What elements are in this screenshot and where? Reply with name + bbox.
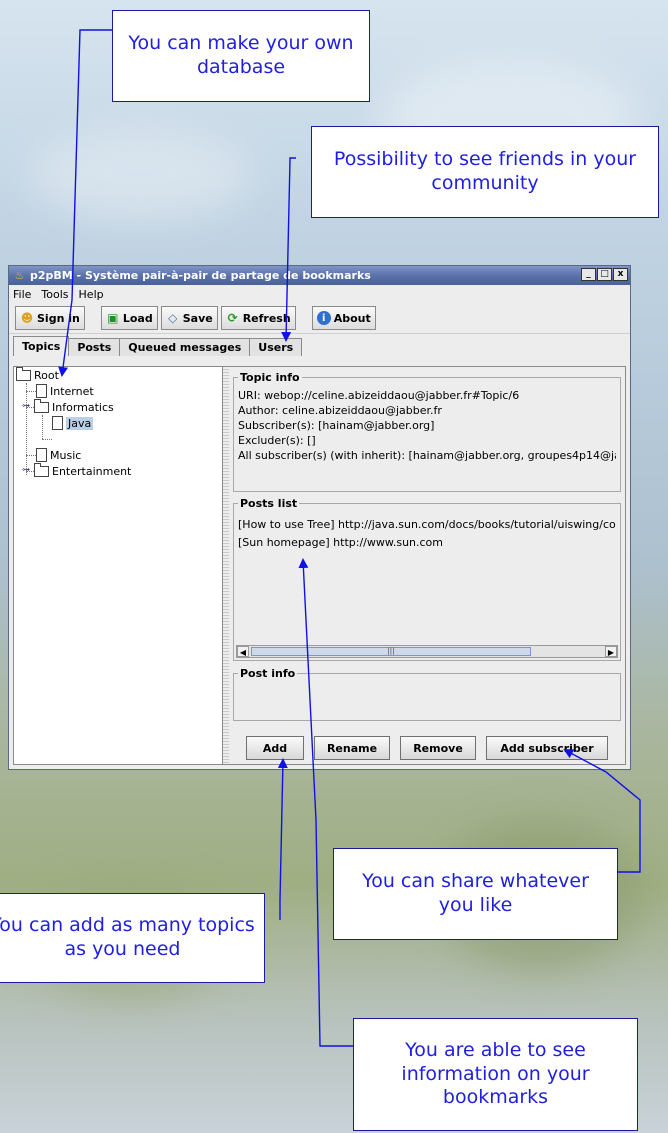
scroll-right-icon[interactable]: ▶ <box>605 646 617 657</box>
tab-posts[interactable]: Posts <box>68 338 121 356</box>
post-list-item[interactable]: [How to use Tree] http://java.sun.com/do… <box>238 516 616 534</box>
posts-list-title: Posts list <box>238 497 300 510</box>
document-icon <box>52 416 63 430</box>
maximize-button[interactable]: □ <box>597 268 612 281</box>
callout-add-topics: You can add as many topics as you need <box>0 893 265 983</box>
topic-excluders: Excluder(s): [] <box>238 434 316 447</box>
load-button[interactable]: ▣ Load <box>100 306 158 330</box>
topic-info-title: Topic info <box>238 371 302 384</box>
add-subscriber-button[interactable]: Add subscriber <box>486 736 608 760</box>
refresh-button[interactable]: ⟳ Refresh <box>220 306 296 330</box>
java-app-icon: ♨ <box>14 269 25 282</box>
tree-node-internet[interactable]: Internet <box>36 383 94 399</box>
folder-icon <box>34 398 49 413</box>
add-button[interactable]: Add <box>246 736 304 760</box>
tree-node-java[interactable]: Java <box>52 415 94 431</box>
tree-node-music[interactable]: Music <box>36 447 81 463</box>
posts-horizontal-scrollbar[interactable]: ◀ ||| ▶ <box>236 645 618 658</box>
sign-in-label: Sign in <box>37 311 80 325</box>
p2pbm-window: ♨ p2pBM - Système pair-à-pair de partage… <box>8 265 631 770</box>
collapse-toggle-icon[interactable]: ⊶ <box>22 401 30 410</box>
tree-label: Root <box>34 368 59 382</box>
callout-friends: Possibility to see friends in your commu… <box>311 126 659 218</box>
folder-icon <box>16 366 31 381</box>
scroll-left-icon[interactable]: ◀ <box>237 646 249 657</box>
minimize-button[interactable]: _ <box>581 268 596 281</box>
tree-node-entertainment[interactable]: Entertainment <box>34 462 132 479</box>
arrow-add-topics <box>277 758 288 920</box>
topic-info-group: Topic info URI: webop://celine.abizeidda… <box>233 371 621 492</box>
tree-label: Informatics <box>52 400 114 414</box>
toolbar: ☻ Sign in ▣ Load ◇ Save ⟳ Refresh i Abou… <box>9 303 630 334</box>
tree-node-informatics[interactable]: Informatics <box>34 398 114 415</box>
tab-content: ⊶ ⊶ Root Internet Informatics Java Music <box>13 366 626 765</box>
refresh-label: Refresh <box>242 311 291 325</box>
topic-tree[interactable]: ⊶ ⊶ Root Internet Informatics Java Music <box>14 366 223 764</box>
sign-in-button[interactable]: ☻ Sign in <box>15 306 85 330</box>
document-icon <box>36 448 47 462</box>
tab-queued-messages[interactable]: Queued messages <box>119 338 251 356</box>
save-icon: ◇ <box>168 311 178 325</box>
topic-uri: URI: webop://celine.abizeiddaou@jabber.f… <box>238 389 520 402</box>
topic-subscribers: Subscriber(s): [hainam@jabber.org] <box>238 419 435 432</box>
tree-label: Java <box>66 416 94 430</box>
menu-tools[interactable]: Tools <box>41 288 68 301</box>
load-icon: ▣ <box>107 311 119 325</box>
posts-list-group: Posts list [How to use Tree] http://java… <box>233 497 621 661</box>
callout-database: You can make your own database <box>112 10 370 102</box>
post-list-item[interactable]: [Sun homepage] http://www.sun.com <box>238 534 616 552</box>
callout-share: You can share whatever you like <box>333 848 618 940</box>
info-icon: i <box>316 311 331 325</box>
window-title: p2pBM - Système pair-à-pair de partage d… <box>30 269 371 282</box>
post-info-title: Post info <box>238 667 298 680</box>
window-titlebar[interactable]: ♨ p2pBM - Système pair-à-pair de partage… <box>9 266 630 285</box>
remove-button[interactable]: Remove <box>400 736 476 760</box>
save-label: Save <box>182 311 213 325</box>
refresh-icon: ⟳ <box>227 311 238 325</box>
about-label: About <box>333 311 371 325</box>
menu-help[interactable]: Help <box>79 288 104 301</box>
topic-details-panel: Topic info URI: webop://celine.abizeidda… <box>229 367 625 764</box>
callout-bookmarks: You are able to see information on your … <box>353 1018 638 1131</box>
tree-label: Internet <box>50 384 94 398</box>
rename-button[interactable]: Rename <box>314 736 390 760</box>
topic-all-subscribers: All subscriber(s) (with inherit): [haina… <box>238 449 616 462</box>
post-info-group: Post info <box>233 667 621 721</box>
folder-icon <box>34 462 49 477</box>
tree-node-root[interactable]: Root <box>16 366 59 383</box>
save-button[interactable]: ◇ Save <box>160 306 218 330</box>
about-button[interactable]: i About <box>311 306 376 330</box>
user-icon: ☻ <box>20 311 34 325</box>
tab-topics[interactable]: Topics <box>13 336 70 356</box>
scroll-thumb[interactable]: ||| <box>251 647 531 656</box>
load-label: Load <box>122 311 153 325</box>
close-button[interactable]: x <box>613 268 628 281</box>
tab-bar: Topics Posts Queued messages Users <box>9 336 630 356</box>
expand-toggle-icon[interactable]: ⊶ <box>22 465 30 474</box>
menu-bar: File Tools Help <box>9 285 630 303</box>
topic-action-buttons: Add Rename Remove Add subscriber <box>229 736 625 760</box>
topic-author: Author: celine.abizeiddaou@jabber.fr <box>238 404 442 417</box>
menu-file[interactable]: File <box>13 288 31 301</box>
tree-label: Entertainment <box>52 464 132 478</box>
tab-users[interactable]: Users <box>249 338 303 356</box>
tree-label: Music <box>50 448 82 462</box>
document-icon <box>36 384 47 398</box>
